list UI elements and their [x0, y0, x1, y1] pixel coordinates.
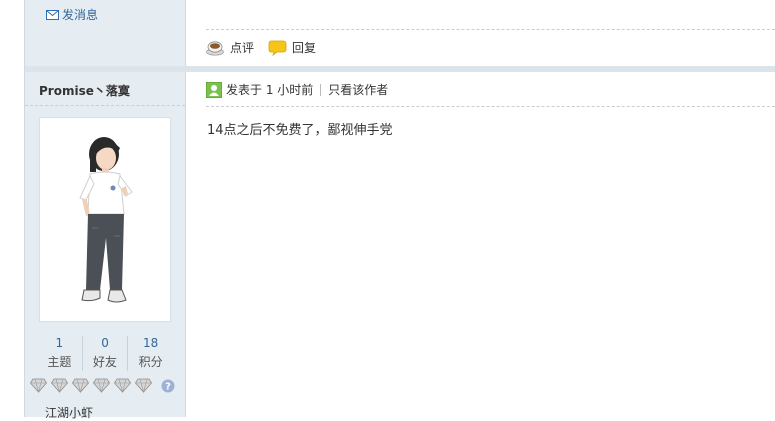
sidebar-border — [185, 0, 186, 417]
medal-row: ? — [30, 378, 175, 393]
comment-label: 点评 — [230, 41, 255, 55]
post-time: 发表于 1 小时前 — [226, 83, 314, 97]
page-left-margin — [0, 0, 24, 417]
stat-value[interactable]: 18 — [128, 336, 173, 351]
diamond-icon — [30, 378, 47, 393]
diamond-icon — [51, 378, 68, 393]
separator — [320, 83, 322, 96]
reply-button[interactable]: 回复 — [268, 39, 316, 56]
comment-button[interactable]: 点评 — [206, 39, 254, 56]
diamond-icon — [72, 378, 89, 393]
stat-threads: 1 主题 — [37, 336, 82, 371]
dashed-divider — [25, 105, 185, 106]
post-content: 14点之后不免费了，鄙视伸手党 — [207, 123, 393, 138]
post-separator — [25, 66, 775, 72]
diamond-icon — [93, 378, 110, 393]
author-name[interactable]: Promise丶落寞 — [39, 82, 130, 99]
post-actions: 点评 回复 — [206, 39, 330, 56]
avatar[interactable] — [39, 117, 171, 322]
stat-label: 积分 — [138, 355, 163, 369]
author-stats: 1 主题 0 好友 18 积分 — [37, 336, 173, 371]
speech-bubble-icon — [268, 40, 287, 56]
svg-text:?: ? — [165, 381, 171, 392]
avatar-figure-image — [79, 137, 133, 303]
post-meta: 发表于 1 小时前 只看该作者 — [206, 81, 388, 98]
stat-label: 好友 — [93, 355, 118, 369]
send-message-link[interactable]: 发消息 — [46, 6, 98, 23]
stat-points: 18 积分 — [127, 336, 173, 371]
mail-icon — [46, 9, 59, 20]
stat-value[interactable]: 1 — [37, 336, 82, 351]
user-rank: 江湖小虾 — [45, 406, 94, 420]
only-author-link[interactable]: 只看该作者 — [328, 81, 388, 98]
user-online-icon — [206, 81, 222, 98]
stat-label: 主题 — [47, 355, 72, 369]
stat-friends: 0 好友 — [81, 336, 128, 371]
coffee-cup-icon — [206, 40, 224, 56]
help-icon[interactable]: ? — [161, 379, 175, 393]
diamond-icon — [135, 378, 152, 393]
send-message-label: 发消息 — [62, 8, 99, 22]
stat-value[interactable]: 0 — [83, 336, 128, 351]
diamond-icon — [114, 378, 131, 393]
reply-label: 回复 — [292, 41, 317, 55]
dashed-divider — [206, 29, 775, 30]
dashed-divider — [206, 106, 775, 107]
